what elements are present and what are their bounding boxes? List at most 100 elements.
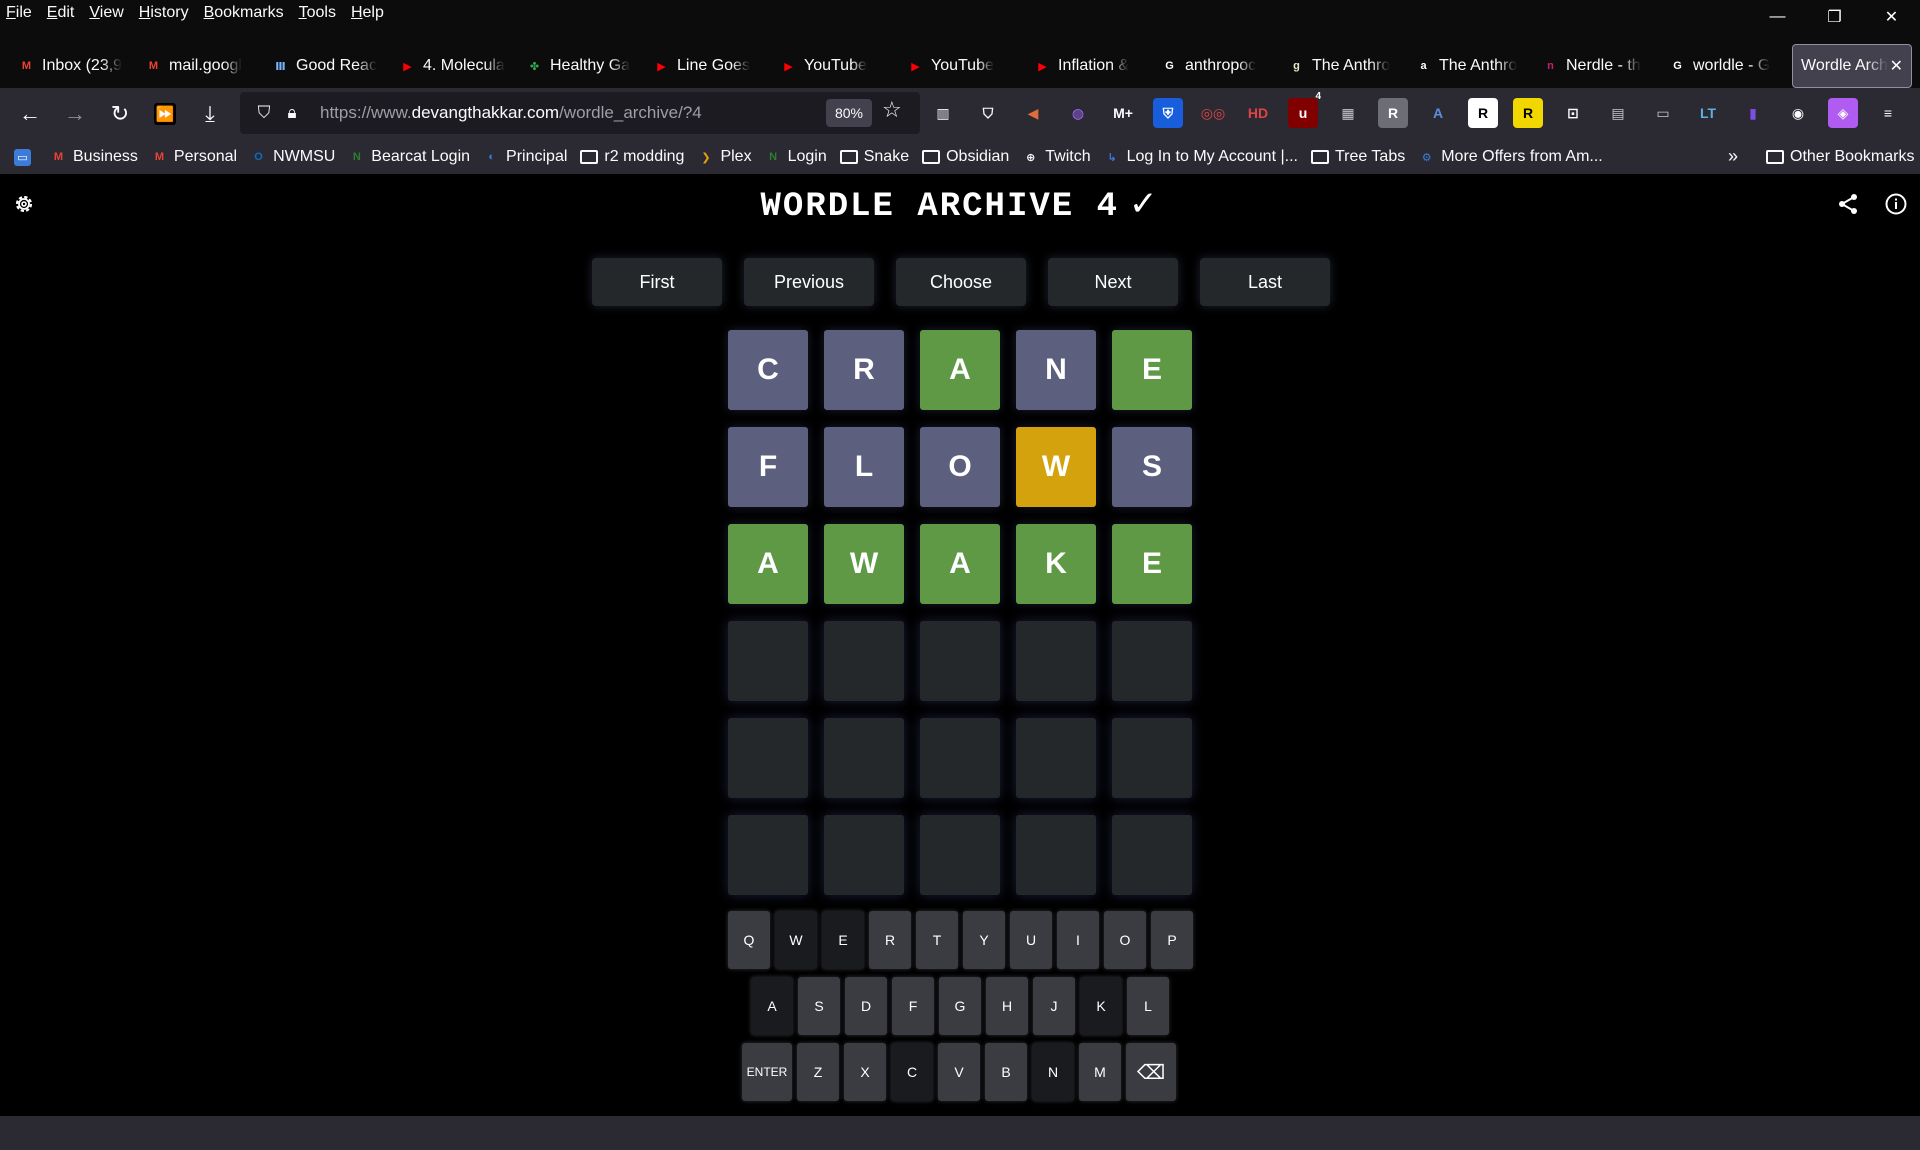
bookmark-item[interactable]: M Business [50, 148, 138, 166]
browser-tab[interactable]: ▶ Inflation & [1026, 46, 1153, 86]
bookmark-item[interactable]: ⊕ Twitch [1022, 148, 1090, 166]
extension-purple-icon[interactable]: ◍ [1063, 98, 1093, 128]
other-bookmarks-folder[interactable]: Other Bookmarks [1766, 140, 1914, 174]
bookmark-item[interactable]: ⚙ More Offers from Am... [1418, 148, 1603, 166]
browser-tab[interactable]: n Nerdle - th [1534, 46, 1661, 86]
browser-tab[interactable]: ▶ YouTube [899, 46, 1026, 86]
key-t[interactable]: T [916, 911, 958, 969]
browser-tab[interactable]: a The Anthro [1407, 46, 1534, 86]
menu-help[interactable]: Help [351, 4, 384, 22]
first-puzzle-button[interactable]: First [592, 258, 722, 306]
browser-tab[interactable]: g The Anthro [1280, 46, 1407, 86]
extension-grid-icon[interactable]: ▦ [1333, 98, 1363, 128]
browser-tab[interactable]: M Inbox (23,9 [10, 46, 137, 86]
key-l[interactable]: L [1127, 977, 1169, 1035]
key-n[interactable]: N [1032, 1043, 1074, 1101]
browser-tab[interactable]: ▶ YouTube [772, 46, 899, 86]
browser-tab[interactable]: ▶ Line Goes [645, 46, 772, 86]
key-c[interactable]: C [891, 1043, 933, 1101]
next-puzzle-button[interactable]: Next [1048, 258, 1178, 306]
key-y[interactable]: Y [963, 911, 1005, 969]
bitwarden-icon[interactable]: ⛨ [1153, 98, 1183, 128]
choose-puzzle-button[interactable]: Choose [896, 258, 1026, 306]
hd-icon[interactable]: HD [1243, 98, 1273, 128]
key-p[interactable]: P [1151, 911, 1193, 969]
browser-tab[interactable]: Gworldle - G [1661, 46, 1788, 86]
bookmark-item[interactable]: ↳ Log In to My Account |... [1104, 148, 1297, 166]
key-o[interactable]: O [1104, 911, 1146, 969]
key-h[interactable]: H [986, 977, 1028, 1035]
menu-view[interactable]: View [89, 4, 123, 22]
menu-edit[interactable]: Edit [47, 4, 75, 22]
speaker-icon[interactable]: ◀ [1018, 98, 1048, 128]
reader-view-icon[interactable]: ▥ [928, 98, 958, 128]
languagetool-icon[interactable]: LT [1693, 98, 1723, 128]
bookmark-item[interactable]: ❯ Plex [697, 148, 751, 166]
bookmark-item[interactable]: O NWMSU [250, 148, 335, 166]
bookmark-star-icon[interactable]: ☆ [882, 97, 902, 123]
menu-file[interactable]: File [6, 4, 32, 22]
browser-tab[interactable]: Ganthropoc [1153, 46, 1280, 86]
browser-tab[interactable]: ▶ 4. Molecula [391, 46, 518, 86]
menu-tools[interactable]: Tools [299, 4, 336, 22]
reload-button[interactable]: ↻ [102, 96, 138, 132]
key-e[interactable]: E [822, 911, 864, 969]
bookmark-item[interactable]: N Bearcat Login [348, 148, 470, 166]
key-u[interactable]: U [1010, 911, 1052, 969]
hamburger-menu-icon[interactable]: ≡ [1873, 98, 1903, 128]
menu-history[interactable]: History [139, 4, 189, 22]
shield-icon[interactable]: ⛉ [250, 103, 278, 123]
bookmark-item[interactable]: Tree Tabs [1310, 148, 1405, 166]
m-plus-icon[interactable]: M+ [1108, 98, 1138, 128]
extension-r-white-icon[interactable]: R [1468, 98, 1498, 128]
last-puzzle-button[interactable]: Last [1200, 258, 1330, 306]
document-icon[interactable]: ▤ [1603, 98, 1633, 128]
bookmark-item[interactable]: r2 modding [580, 148, 684, 166]
forward-button[interactable]: → [57, 96, 93, 132]
key-i[interactable]: I [1057, 911, 1099, 969]
browser-tab[interactable]: ✤ Healthy Ga [518, 46, 645, 86]
screenshot-icon[interactable]: ⊡ [1558, 98, 1588, 128]
key-w[interactable]: W [775, 911, 817, 969]
extension-r-gray-icon[interactable]: R [1378, 98, 1408, 128]
key-s[interactable]: S [798, 977, 840, 1035]
font-icon[interactable]: A [1423, 98, 1453, 128]
key-j[interactable]: J [1033, 977, 1075, 1035]
close-tab-icon[interactable]: ✕ [1890, 56, 1903, 76]
bookmark-item[interactable]: M Personal [151, 148, 237, 166]
previous-puzzle-button[interactable]: Previous [744, 258, 874, 306]
info-icon[interactable] [1884, 192, 1908, 216]
enter-key[interactable]: ENTER [742, 1043, 792, 1101]
lock-icon[interactable]: 🔒︎ [278, 103, 306, 123]
glasses-icon[interactable]: ◎◎ [1198, 98, 1228, 128]
extension-purple-b-icon[interactable]: ▮ [1738, 98, 1768, 128]
fast-forward-extension-button[interactable]: ⏩ [147, 96, 183, 132]
bookmark-item[interactable]: N Login [765, 148, 827, 166]
ublock-icon[interactable]: u4 [1288, 91, 1321, 128]
bookmark-item-extension[interactable]: ▭ [14, 148, 37, 166]
key-z[interactable]: Z [797, 1043, 839, 1101]
pocket-icon[interactable]: ⛉ [973, 98, 1003, 128]
share-icon[interactable] [1836, 192, 1860, 216]
privacy-icon[interactable]: ◉ [1783, 98, 1813, 128]
key-a[interactable]: A [751, 977, 793, 1035]
key-k[interactable]: K [1080, 977, 1122, 1035]
key-d[interactable]: D [845, 977, 887, 1035]
key-q[interactable]: Q [728, 911, 770, 969]
key-g[interactable]: G [939, 977, 981, 1035]
key-v[interactable]: V [938, 1043, 980, 1101]
browser-tab[interactable]: Ⅲ Good Reac [264, 46, 391, 86]
menu-bookmarks[interactable]: Bookmarks [204, 4, 284, 22]
bookmark-item[interactable]: Snake [839, 148, 909, 166]
key-m[interactable]: M [1079, 1043, 1121, 1101]
backspace-icon[interactable]: ⌫ [1126, 1043, 1176, 1101]
url-bar[interactable]: ⛉ 🔒︎ https://www.devangthakkar.com/wordl… [240, 92, 920, 134]
bookmark-item[interactable]: ◐ Principal [483, 148, 567, 166]
bookmarks-overflow-chevron-icon[interactable]: » [1728, 146, 1738, 167]
key-b[interactable]: B [985, 1043, 1027, 1101]
browser-tab[interactable]: Mmail.googl [137, 46, 264, 86]
url-text[interactable]: https://www.devangthakkar.com/wordle_arc… [320, 103, 702, 123]
downloads-button[interactable]: ⤓ [192, 96, 228, 132]
extension-violet-icon[interactable]: ◈ [1828, 98, 1858, 128]
key-x[interactable]: X [844, 1043, 886, 1101]
